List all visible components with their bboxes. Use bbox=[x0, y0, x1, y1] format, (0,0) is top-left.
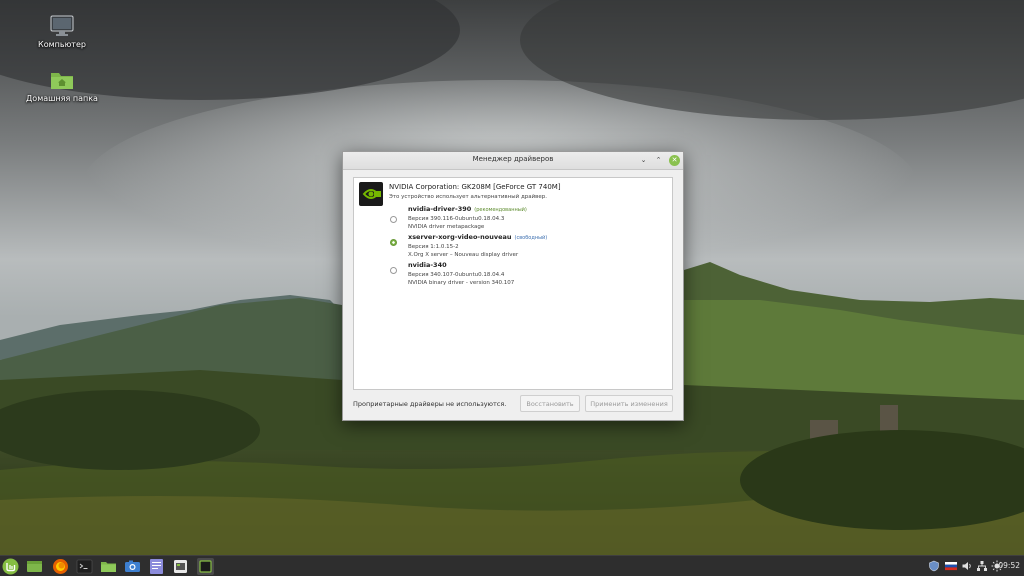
driver-radio[interactable] bbox=[390, 267, 397, 274]
mint-menu-icon[interactable] bbox=[2, 558, 19, 575]
driver-name-line: nvidia-340 bbox=[408, 261, 514, 271]
shield-icon[interactable] bbox=[928, 560, 940, 572]
driver-tag: (свободный) bbox=[514, 235, 548, 241]
close-button[interactable]: ✕ bbox=[669, 155, 680, 166]
desktop: Компьютер Домашняя папка Менеджер драйве… bbox=[0, 0, 1024, 576]
screenshot-icon[interactable] bbox=[124, 558, 141, 575]
driver-text: nvidia-340 Версия 340.107-0ubuntu0.18.04… bbox=[408, 261, 514, 287]
software-manager-icon[interactable] bbox=[172, 558, 189, 575]
driver-name: nvidia-driver-390 bbox=[408, 205, 472, 213]
files-icon[interactable] bbox=[100, 558, 117, 575]
driver-name: nvidia-340 bbox=[408, 261, 447, 269]
driver-radio[interactable] bbox=[390, 239, 397, 246]
firefox-icon[interactable] bbox=[52, 558, 69, 575]
volume-icon[interactable] bbox=[961, 560, 973, 572]
driver-version: Версия 1:1.0.15-2 bbox=[408, 244, 459, 250]
desktop-icon-home[interactable]: Домашняя папка bbox=[22, 68, 102, 103]
driver-manager-icon[interactable] bbox=[197, 558, 214, 575]
driver-description: NVIDIA binary driver - version 340.107 bbox=[408, 280, 515, 286]
driver-manager-window: Менеджер драйверов ⌄ ⌃ ✕ NVIDIA Corporat… bbox=[342, 151, 684, 421]
show-desktop-icon[interactable] bbox=[26, 558, 43, 575]
window-title: Менеджер драйверов bbox=[472, 155, 554, 163]
device-name: NVIDIA Corporation: GK208M [GeForce GT 7… bbox=[389, 183, 561, 191]
text-editor-icon[interactable] bbox=[148, 558, 165, 575]
flag-ru-icon[interactable] bbox=[945, 560, 957, 572]
driver-version: Версия 390.116-0ubuntu0.18.04.3 bbox=[408, 216, 505, 222]
terminal-icon[interactable] bbox=[76, 558, 93, 575]
maximize-button[interactable]: ⌃ bbox=[653, 155, 664, 166]
revert-button[interactable]: Восстановить bbox=[520, 395, 580, 412]
desktop-icon-computer[interactable]: Компьютер bbox=[22, 14, 102, 49]
driver-radio[interactable] bbox=[390, 216, 397, 223]
clock[interactable]: 09:52 bbox=[998, 561, 1020, 570]
minimize-button[interactable]: ⌄ bbox=[638, 155, 649, 166]
driver-name-line: xserver-xorg-video-nouveau (свободный) bbox=[408, 233, 547, 243]
driver-text: nvidia-driver-390 (рекомендованный) Верси… bbox=[408, 205, 527, 231]
driver-version: Версия 340.107-0ubuntu0.18.04.4 bbox=[408, 272, 505, 278]
driver-description: NVIDIA driver metapackage bbox=[408, 224, 485, 230]
driver-list-panel: NVIDIA Corporation: GK208M [GeForce GT 7… bbox=[353, 177, 673, 390]
nvidia-icon bbox=[359, 182, 383, 206]
driver-tag: (рекомендованный) bbox=[474, 207, 527, 213]
home-folder-icon bbox=[51, 73, 73, 89]
desktop-icon-label: Компьютер bbox=[38, 40, 86, 49]
driver-description: X.Org X server – Nouveau display driver bbox=[408, 252, 519, 258]
driver-text: xserver-xorg-video-nouveau (свободный) Ве… bbox=[408, 233, 547, 259]
device-description: Это устройство использует альтернативный… bbox=[389, 194, 548, 200]
computer-icon bbox=[50, 15, 74, 36]
window-titlebar[interactable]: Менеджер драйверов ⌄ ⌃ ✕ bbox=[343, 152, 683, 170]
network-icon[interactable] bbox=[976, 560, 988, 572]
driver-name-line: nvidia-driver-390 (рекомендованный) bbox=[408, 205, 527, 215]
desktop-icon-label: Домашняя папка bbox=[26, 94, 98, 103]
apply-changes-button[interactable]: Применить изменения bbox=[585, 395, 673, 412]
taskbar: 09:52 bbox=[0, 555, 1024, 576]
status-text: Проприетарные драйверы не используются. bbox=[353, 400, 507, 408]
driver-name: xserver-xorg-video-nouveau bbox=[408, 233, 512, 241]
